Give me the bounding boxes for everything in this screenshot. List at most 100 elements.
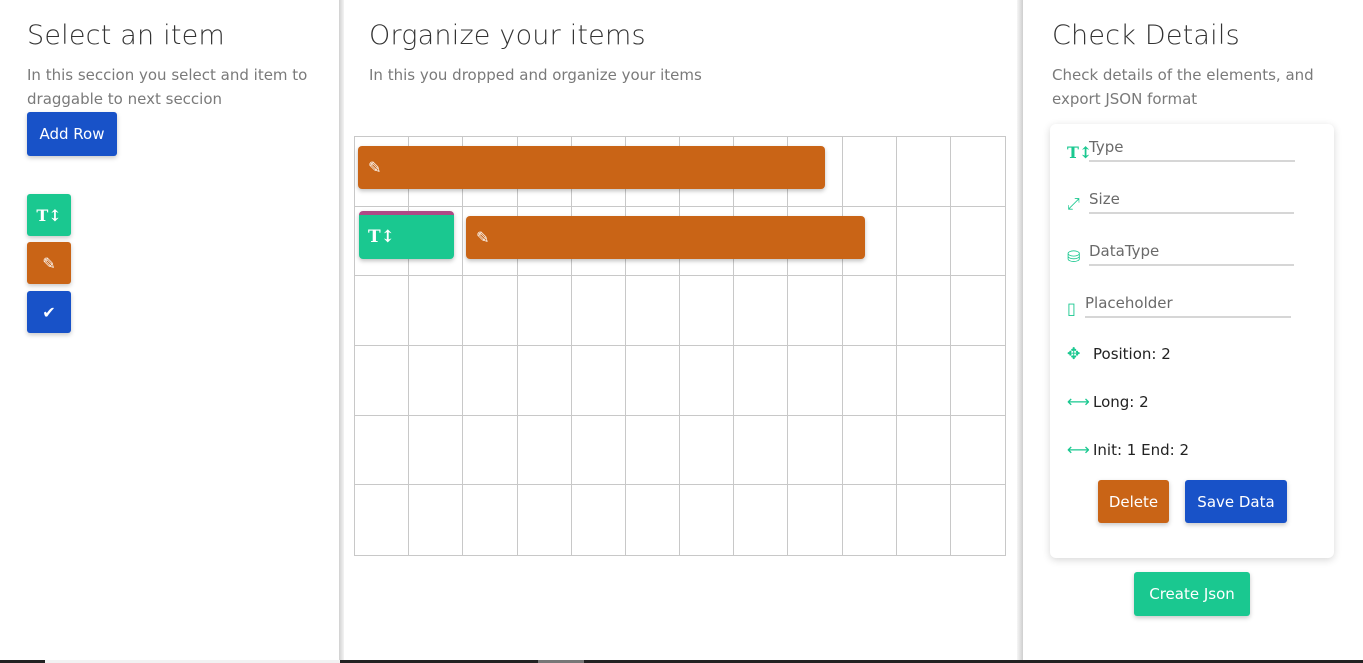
grid-cell[interactable] <box>517 276 572 346</box>
init-end-info: ⟷ Init: 1 End: 2 <box>1067 440 1189 459</box>
grid-cell[interactable] <box>355 485 410 555</box>
init-end-text: Init: 1 End: 2 <box>1093 440 1189 459</box>
grid-cell[interactable] <box>409 485 464 555</box>
panel-divider <box>339 0 344 663</box>
text-item-tool[interactable]: T↕ <box>27 194 71 236</box>
grid-cell[interactable] <box>896 137 951 207</box>
grid-cell[interactable] <box>463 485 518 555</box>
grid-cell[interactable] <box>680 415 735 486</box>
grid-cell[interactable] <box>950 416 1005 486</box>
long-text: Long: 2 <box>1093 392 1149 411</box>
grid-cell[interactable] <box>950 276 1005 346</box>
grid-cell[interactable] <box>409 415 464 486</box>
grid-cell[interactable] <box>571 345 626 416</box>
expand-icon: ⤢ <box>1067 194 1080 213</box>
grid-cell[interactable] <box>896 206 951 277</box>
datatype-field[interactable]: ⛁ DataType <box>1067 240 1294 266</box>
grid-cell[interactable] <box>625 276 680 346</box>
placed-input-item[interactable]: ✎ <box>358 146 825 189</box>
placed-text-item-selected[interactable]: T↕ <box>359 211 454 259</box>
text-height-icon: T↕ <box>36 205 62 225</box>
grid-cell[interactable] <box>680 345 735 416</box>
grid-cell[interactable] <box>571 276 626 346</box>
drop-grid[interactable] <box>354 136 1006 556</box>
grid-cell[interactable] <box>950 207 1005 277</box>
grid-cell[interactable] <box>517 345 572 416</box>
grid-cell[interactable] <box>572 485 626 555</box>
grid-cell[interactable] <box>842 345 897 416</box>
input-box-icon: ▯ <box>1067 299 1076 318</box>
grid-cell[interactable] <box>734 345 789 416</box>
add-row-button[interactable]: Add Row <box>27 112 117 156</box>
grid-cell[interactable] <box>355 345 410 416</box>
grid-cell[interactable] <box>842 415 897 486</box>
details-panel-title: Check Details <box>1052 20 1240 51</box>
grid-cell[interactable] <box>518 485 572 555</box>
select-panel-subtitle: In this seccion you select and item to d… <box>27 66 308 108</box>
grid-cell[interactable] <box>625 415 680 486</box>
grid-cell[interactable] <box>788 415 843 486</box>
long-info: ⟷ Long: 2 <box>1067 392 1149 411</box>
grid-cell[interactable] <box>734 485 789 555</box>
grid-cell[interactable] <box>463 415 518 486</box>
position-info: ✥ Position: 2 <box>1067 344 1171 363</box>
organize-panel-subtitle: In this you dropped and organize your it… <box>369 66 702 84</box>
position-text: Position: 2 <box>1093 344 1171 363</box>
grid-cell[interactable] <box>734 415 789 486</box>
arrows-horizontal-icon: ⟷ <box>1067 440 1090 459</box>
grid-cell[interactable] <box>951 485 1005 555</box>
size-field[interactable]: ⤢ Size <box>1067 188 1294 214</box>
delete-button[interactable]: Delete <box>1098 480 1169 523</box>
grid-cell[interactable] <box>571 415 626 486</box>
panel-divider <box>1017 0 1023 663</box>
grid-cell[interactable] <box>842 137 897 207</box>
edit-icon: ✎ <box>42 253 56 273</box>
page: Select an item In this seccion you selec… <box>0 0 1363 663</box>
datatype-input[interactable]: DataType <box>1089 240 1294 266</box>
save-data-button[interactable]: Save Data <box>1185 480 1287 523</box>
grid-cell[interactable] <box>517 415 572 486</box>
grid-cell[interactable] <box>626 485 680 555</box>
grid-cell[interactable] <box>788 345 843 416</box>
grid-cell[interactable] <box>896 345 951 416</box>
grid-cell[interactable] <box>843 485 897 555</box>
grid-cell[interactable] <box>463 345 518 416</box>
grid-cell[interactable] <box>896 415 951 486</box>
grid-cell[interactable] <box>734 276 789 346</box>
grid-cell[interactable] <box>950 346 1005 416</box>
grid-cell[interactable] <box>842 276 897 346</box>
text-height-icon: T↕ <box>1067 143 1093 162</box>
text-height-icon: T↕ <box>368 227 395 247</box>
grid-cell[interactable] <box>355 276 410 346</box>
edit-icon: ✎ <box>368 158 382 177</box>
grid-cell[interactable] <box>463 276 518 346</box>
grid-cell[interactable] <box>897 485 951 555</box>
organize-panel-title: Organize your items <box>369 20 646 51</box>
placed-input-item[interactable]: ✎ <box>466 216 865 259</box>
arrows-horizontal-icon: ⟷ <box>1067 392 1090 411</box>
details-panel-subtitle: Check details of the elements, and expor… <box>1052 66 1314 108</box>
create-json-button[interactable]: Create Json <box>1134 572 1250 616</box>
input-item-tool[interactable]: ✎ <box>27 242 71 284</box>
grid-cell[interactable] <box>788 485 843 555</box>
type-field[interactable]: T↕ Type <box>1067 136 1295 162</box>
placeholder-input[interactable]: Placeholder <box>1085 292 1291 318</box>
database-icon: ⛁ <box>1067 247 1081 266</box>
type-input[interactable]: Type <box>1089 136 1295 162</box>
grid-cell[interactable] <box>680 276 735 346</box>
grid-cell[interactable] <box>409 276 464 346</box>
check-icon: ✔ <box>42 302 56 322</box>
grid-cell[interactable] <box>950 137 1005 207</box>
placeholder-field[interactable]: ▯ Placeholder <box>1067 292 1291 318</box>
grid-cell[interactable] <box>355 415 410 486</box>
checkbox-item-tool[interactable]: ✔ <box>27 291 71 333</box>
grid-cell[interactable] <box>409 345 464 416</box>
size-input[interactable]: Size <box>1089 188 1294 214</box>
select-panel-title: Select an item <box>27 20 225 51</box>
move-icon: ✥ <box>1067 344 1081 363</box>
grid-cell[interactable] <box>788 276 843 346</box>
grid-cell[interactable] <box>625 345 680 416</box>
grid-cell[interactable] <box>680 485 735 555</box>
grid-cell[interactable] <box>896 276 951 346</box>
edit-icon: ✎ <box>476 228 490 247</box>
